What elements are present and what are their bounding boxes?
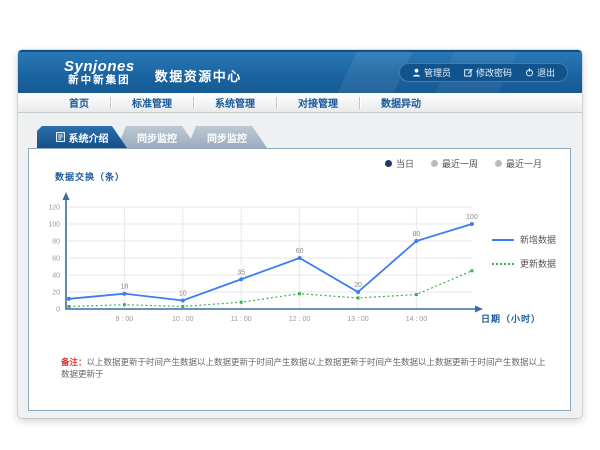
- svg-text:10: 10: [179, 291, 187, 298]
- svg-text:9 : 00: 9 : 00: [116, 316, 134, 323]
- user-menu: 管理员 修改密码 退出: [399, 63, 568, 82]
- power-icon: [525, 68, 534, 77]
- nav-item-system-management[interactable]: 系统管理: [194, 95, 276, 110]
- line-chart: 0 20 40 60 80 100 120 9 : 00 10 : 00 11 : 00 12 : …: [29, 149, 570, 334]
- svg-text:20: 20: [354, 282, 362, 289]
- svg-text:18: 18: [121, 284, 129, 291]
- footnote: 备注：以上数据更新于时间产生数据以上数据更新于时间产生数据以上数据更新于时间产生…: [61, 357, 554, 381]
- svg-text:12 : 00: 12 : 00: [289, 316, 311, 323]
- content-panel: 当日 最近一周 最近一月 数据交换（条） 0204060801001209 : …: [28, 148, 571, 411]
- svg-text:日期（小时）: 日期（小时）: [481, 313, 541, 324]
- legend-item-update-data: 更新数据: [492, 257, 556, 270]
- svg-text:60: 60: [52, 256, 60, 263]
- main-nav: 首页 标准管理 系统管理 对接管理 数据异动: [18, 93, 582, 113]
- document-icon: [56, 132, 65, 142]
- edit-icon: [464, 68, 473, 77]
- tab-sync-monitor-1[interactable]: 同步监控: [117, 126, 197, 148]
- header: Synjones 新中新集团 数据资源中心 管理员 修改密码: [18, 50, 582, 93]
- svg-text:100: 100: [48, 222, 60, 229]
- svg-text:20: 20: [52, 290, 60, 297]
- page-title: 数据资源中心: [155, 66, 242, 85]
- chart-legend: 新增数据 更新数据: [492, 233, 556, 270]
- logout-label: 退出: [537, 66, 555, 79]
- tab-bar: 系统介绍 同步监控 同步监控: [37, 126, 267, 148]
- svg-text:120: 120: [48, 205, 60, 212]
- page: Synjones 新中新集团 数据资源中心 管理员 修改密码: [0, 0, 600, 450]
- user-name-label: 管理员: [424, 66, 451, 79]
- legend-item-new-data: 新增数据: [492, 233, 556, 246]
- footnote-text: 以上数据更新于时间产生数据以上数据更新于时间产生数据以上数据更新于时间产生数据以…: [61, 357, 546, 379]
- svg-text:100: 100: [466, 214, 478, 221]
- logo-brand: Synjones: [64, 59, 135, 75]
- svg-text:80: 80: [413, 231, 421, 238]
- svg-text:13 : 00: 13 : 00: [347, 316, 369, 323]
- user-icon: [412, 68, 421, 77]
- tab-label: 同步监控: [207, 130, 247, 145]
- solid-line-icon: [492, 239, 514, 241]
- nav-item-data-change[interactable]: 数据异动: [360, 95, 442, 110]
- nav-item-connection-management[interactable]: 对接管理: [277, 95, 359, 110]
- svg-text:80: 80: [52, 239, 60, 246]
- tab-label: 同步监控: [137, 130, 177, 145]
- tab-system-intro[interactable]: 系统介绍: [37, 126, 127, 148]
- svg-text:35: 35: [237, 269, 245, 276]
- svg-text:40: 40: [52, 273, 60, 280]
- svg-text:14 : 00: 14 : 00: [406, 316, 428, 323]
- chart-svg: 0 20 40 60 80 100 120 9 : 00 10 : 00 11 : 00 12 : …: [29, 149, 570, 334]
- svg-text:11 : 00: 11 : 00: [231, 316, 252, 323]
- dotted-line-icon: [492, 263, 514, 265]
- tab-sync-monitor-2[interactable]: 同步监控: [187, 126, 267, 148]
- tab-label: 系统介绍: [69, 130, 109, 145]
- svg-text:10 : 00: 10 : 00: [172, 316, 194, 323]
- svg-text:0: 0: [56, 307, 60, 314]
- change-password-label: 修改密码: [476, 66, 512, 79]
- nav-item-home[interactable]: 首页: [48, 95, 110, 110]
- legend-label: 新增数据: [520, 233, 556, 246]
- logo-company-name: 新中新集团: [64, 75, 135, 86]
- company-logo: Synjones 新中新集团: [64, 59, 135, 86]
- logout-button[interactable]: 退出: [525, 66, 555, 79]
- svg-text:60: 60: [296, 248, 304, 255]
- change-password-button[interactable]: 修改密码: [464, 66, 512, 79]
- app-window: Synjones 新中新集团 数据资源中心 管理员 修改密码: [18, 50, 582, 418]
- current-user-button[interactable]: 管理员: [412, 66, 451, 79]
- legend-label: 更新数据: [520, 257, 556, 270]
- nav-item-standard-management[interactable]: 标准管理: [111, 95, 193, 110]
- footnote-prefix: 备注：: [61, 357, 87, 367]
